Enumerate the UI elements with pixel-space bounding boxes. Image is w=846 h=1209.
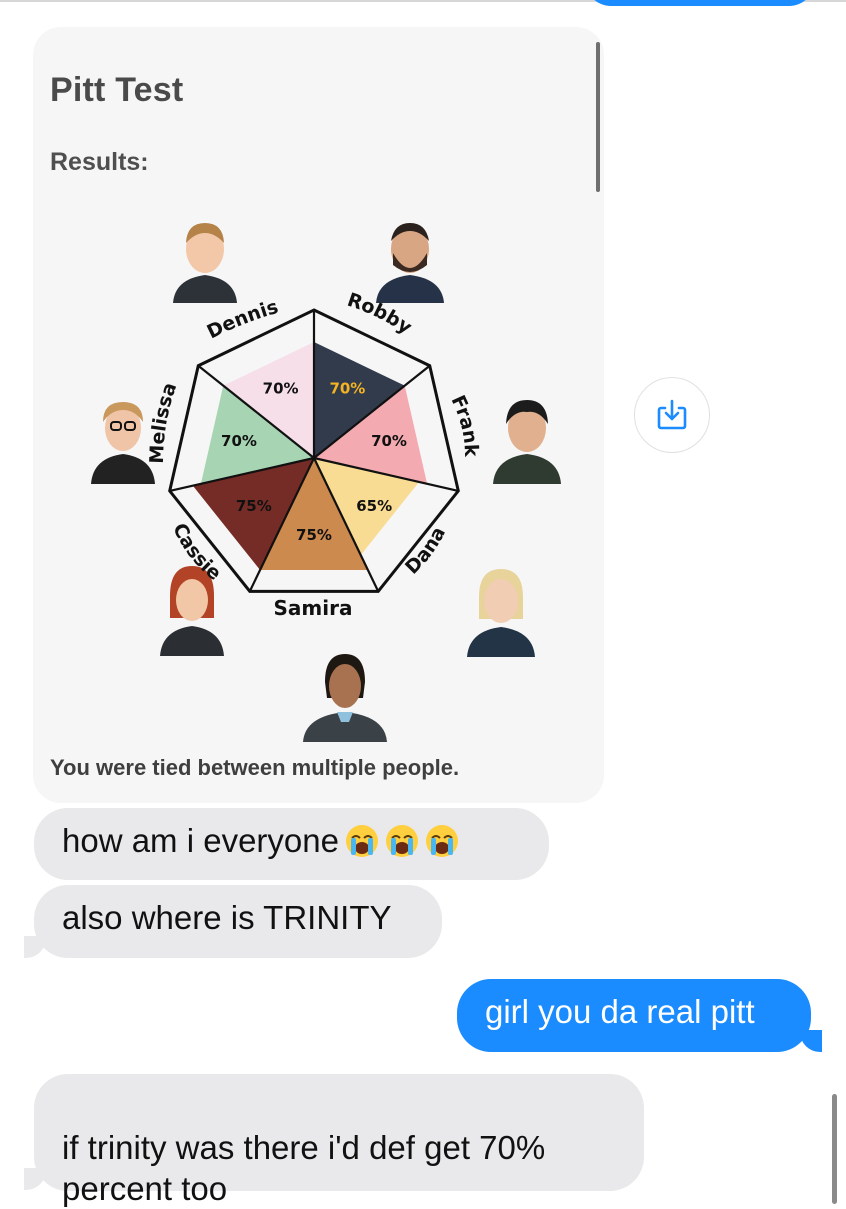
message-text: how am i everyone: [62, 822, 339, 859]
axis-label-melissa: Melissa: [146, 380, 181, 464]
message-bubble-incoming[interactable]: also where is TRINITY: [34, 885, 442, 958]
card-footer: You were tied between multiple people.: [50, 755, 460, 780]
card-scrollbar[interactable]: [596, 42, 600, 192]
value-label-robby: 70%: [329, 380, 365, 398]
axis-label-frank: Frank: [447, 392, 483, 457]
axis-label-dennis: Dennis: [204, 296, 281, 344]
value-label-samira: 75%: [296, 526, 332, 544]
radar-chart: Dennis Robby Frank Dana Cassie Melissa S…: [91, 223, 561, 742]
message-text: if trinity was there i'd def get 70% per…: [62, 1129, 546, 1207]
message-text: also where is TRINITY: [62, 899, 392, 936]
shared-image-card[interactable]: Pitt Test Results: Dennis Robby Frank Da…: [33, 27, 604, 803]
message-bubble-incoming[interactable]: how am i everyone: [34, 808, 549, 880]
previous-outgoing-bubble[interactable]: [585, 0, 815, 6]
message-text: girl you da real pitt: [485, 993, 755, 1030]
save-to-photos-icon: [657, 399, 687, 430]
save-button[interactable]: [634, 377, 710, 453]
value-label-dennis: 70%: [263, 380, 299, 398]
message-bubble-outgoing[interactable]: girl you da real pitt: [457, 979, 811, 1052]
avatar-frank: [493, 400, 561, 484]
avatar-dennis: [173, 223, 237, 303]
avatar-dana: [467, 569, 535, 657]
axis-label-samira: Samira: [274, 596, 353, 620]
page-scrollbar[interactable]: [832, 1094, 837, 1204]
loudly-crying-face-icon: [345, 825, 378, 857]
value-label-frank: 70%: [371, 432, 407, 450]
loudly-crying-face-icon: [425, 825, 458, 857]
value-label-cassie: 75%: [236, 497, 272, 515]
value-label-dana: 65%: [356, 497, 392, 515]
value-label-melissa: 70%: [221, 432, 257, 450]
message-bubble-incoming[interactable]: if trinity was there i'd def get 70% per…: [34, 1074, 644, 1207]
loudly-crying-face-icon: [385, 825, 418, 857]
avatar-melissa: [91, 402, 155, 484]
avatar-samira: [303, 654, 387, 742]
avatar-robby: [376, 223, 444, 303]
